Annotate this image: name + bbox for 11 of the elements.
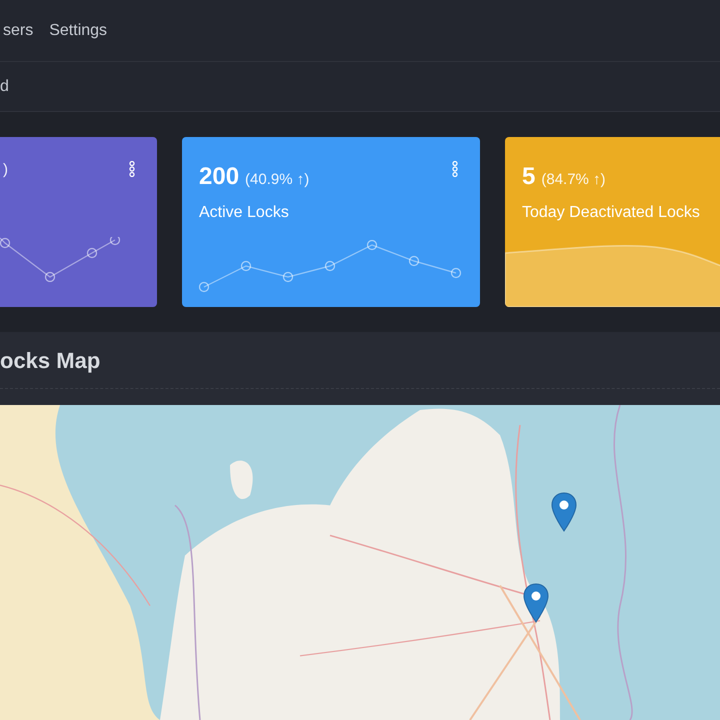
- stat-change: (84.7% ↑): [541, 170, 606, 190]
- stat-value: 200: [199, 162, 240, 192]
- nav-link[interactable]: Settings: [49, 18, 108, 42]
- stat-label: Active Locks: [198, 203, 290, 223]
- nav-link[interactable]: sers: [3, 18, 34, 42]
- breadcrumb-text: d: [0, 76, 9, 96]
- stat-value: 5: [522, 162, 536, 192]
- stat-change: (40.9% ↑): [245, 170, 310, 190]
- stat-label: Today Deactivated Locks: [521, 203, 701, 223]
- stat-change: ): [3, 160, 8, 180]
- section-title: ocks Map: [0, 346, 100, 375]
